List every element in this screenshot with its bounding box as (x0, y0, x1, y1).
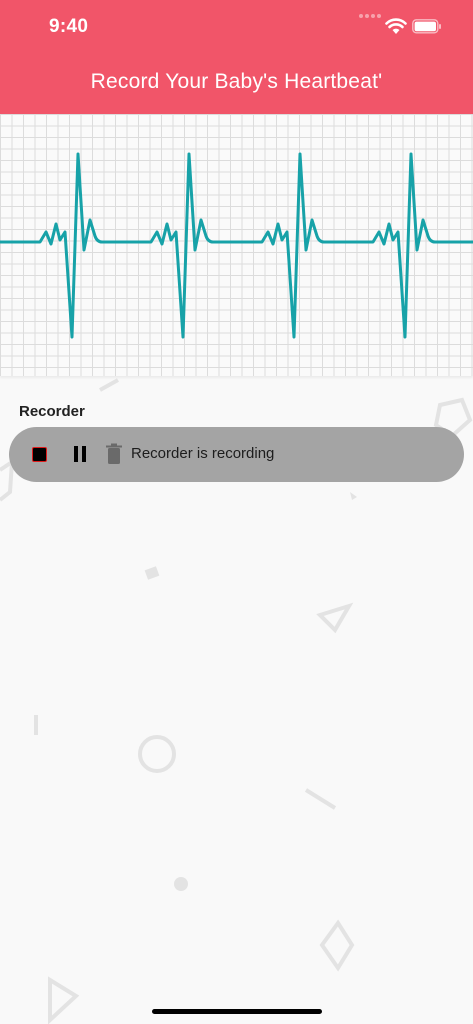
recorder-section-label: Recorder (19, 403, 85, 420)
recorder-status-text: Recorder is recording (131, 445, 275, 462)
app-header: 9:40 Record Your Baby's Heartbeat' (0, 0, 473, 114)
pause-icon (74, 446, 78, 462)
signal-dots-icon (359, 14, 381, 20)
page-title: Record Your Baby's Heartbeat' (90, 70, 383, 93)
wifi-icon (385, 18, 407, 34)
battery-icon (412, 19, 441, 34)
stop-icon (32, 447, 47, 462)
home-indicator (152, 1009, 322, 1014)
delete-button[interactable] (104, 443, 124, 467)
stop-button[interactable] (29, 443, 51, 465)
heartbeat-graph (0, 114, 473, 376)
pause-button[interactable] (71, 443, 93, 465)
status-time: 9:40 (49, 16, 89, 37)
recorder-bar: Recorder is recording (9, 427, 464, 482)
status-bar: 9:40 (0, 0, 473, 54)
delete-icon (106, 443, 122, 464)
ecg-waveform (0, 152, 473, 339)
ecg-line (0, 152, 473, 339)
